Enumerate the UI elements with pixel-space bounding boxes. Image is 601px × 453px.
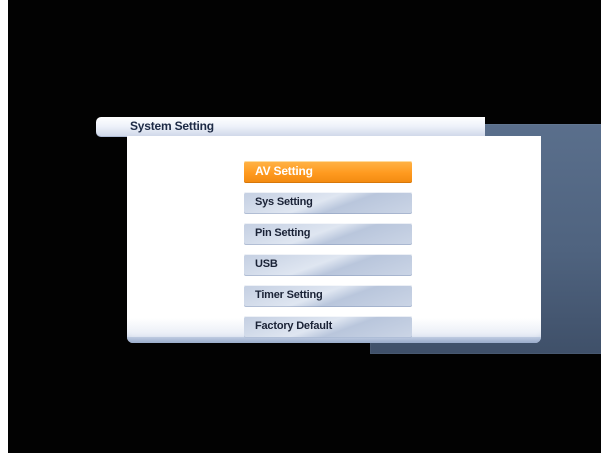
menu-item-av-setting[interactable]: AV Setting [244, 161, 412, 183]
menu-item-usb[interactable]: USB [244, 254, 412, 276]
menu-item-label: Pin Setting [255, 227, 311, 239]
dialog-body: AV Setting Sys Setting Pin Setting USB T… [127, 136, 541, 343]
tv-screen: System Setting AV Setting Sys Setting Pi… [8, 0, 601, 453]
dialog-title: System Setting [130, 119, 214, 133]
menu-item-factory-default[interactable]: Factory Default [244, 316, 412, 338]
system-setting-dialog: System Setting AV Setting Sys Setting Pi… [96, 117, 541, 344]
dialog-footer-bar [127, 337, 541, 343]
dialog-title-bar: System Setting [96, 117, 485, 137]
settings-menu: AV Setting Sys Setting Pin Setting USB T… [244, 161, 412, 347]
menu-item-label: Sys Setting [255, 196, 313, 208]
menu-item-timer-setting[interactable]: Timer Setting [244, 285, 412, 307]
menu-item-label: Factory Default [255, 320, 333, 332]
menu-item-pin-setting[interactable]: Pin Setting [244, 223, 412, 245]
menu-item-label: AV Setting [255, 164, 313, 178]
menu-item-label: USB [255, 258, 278, 270]
menu-item-label: Timer Setting [255, 289, 323, 301]
menu-item-sys-setting[interactable]: Sys Setting [244, 192, 412, 214]
